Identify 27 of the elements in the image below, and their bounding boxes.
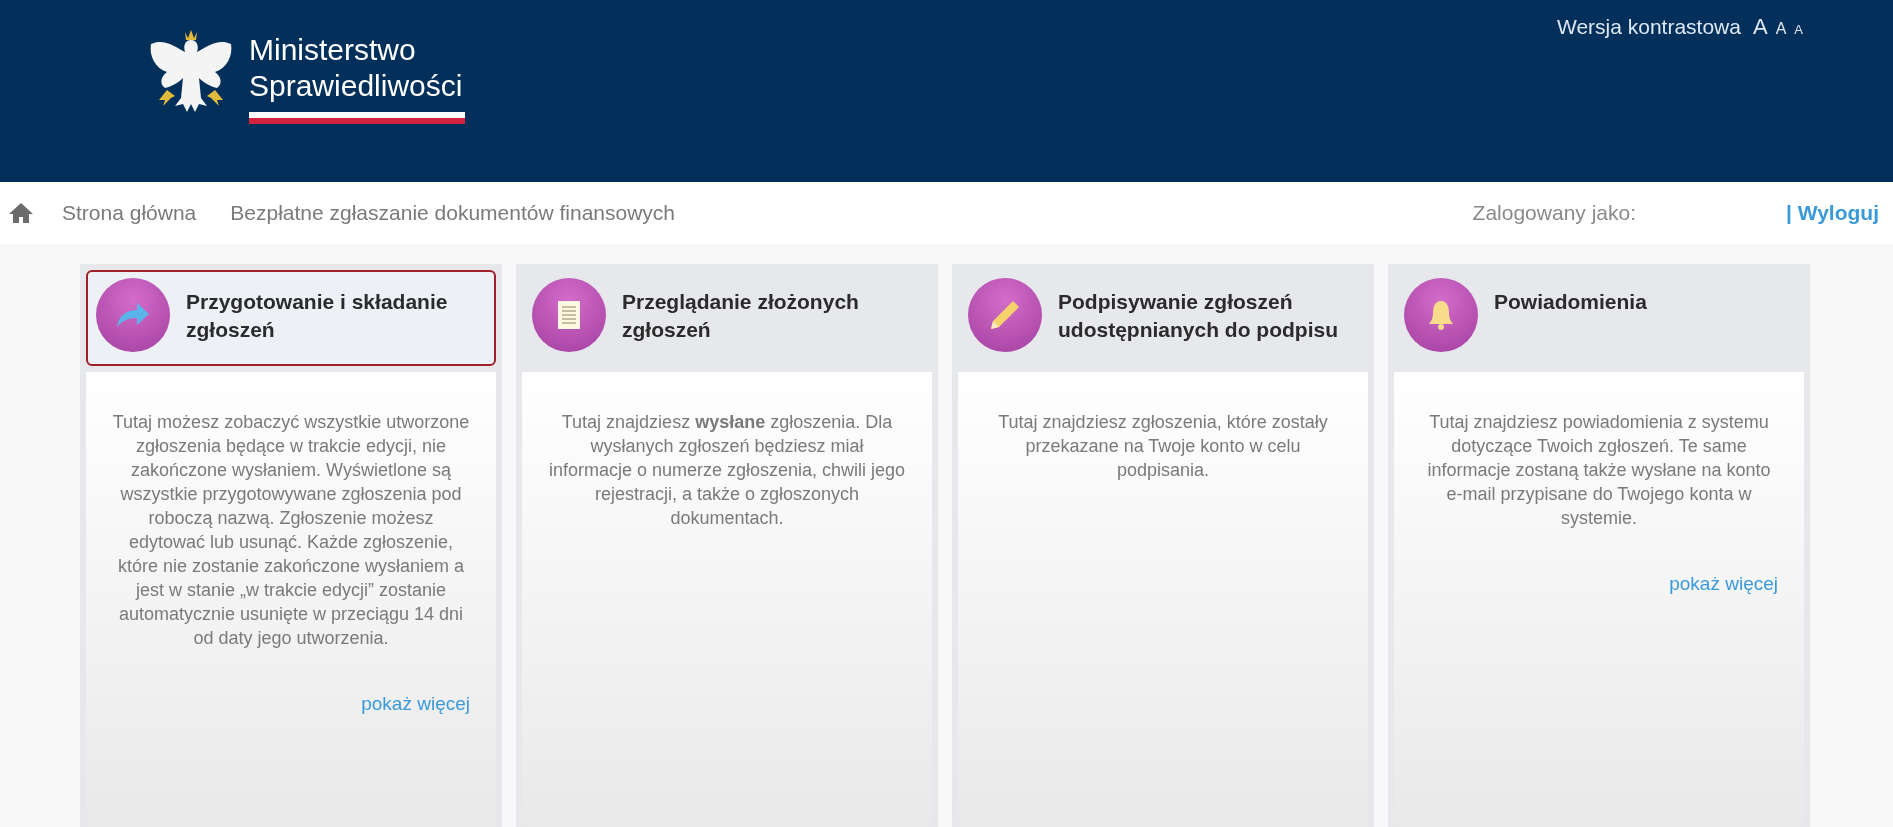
card-title: Powiadomienia <box>1494 289 1648 315</box>
home-icon[interactable] <box>8 202 34 224</box>
font-size-link[interactable]: A <box>1775 17 1787 41</box>
bell-icon <box>1427 299 1455 331</box>
font-size-link[interactable]: A <box>1752 10 1768 43</box>
pencil-icon <box>989 299 1021 331</box>
breadcrumb-link[interactable]: Bezpłatne zgłaszanie dokumentów finansowych <box>230 197 676 229</box>
font-size-link[interactable]: A <box>1794 20 1803 40</box>
card-description: Tutaj znajdziesz powiadomienia z systemu dotyczące Twoich zgłoszeń. Te same informacje zostaną także wysłane na konto e-mail przypisane do Twojego konta w systemie. <box>1426 411 1772 530</box>
card-header[interactable]: Podpisywanie zgłoszeń udostępnianych do podpisu <box>958 270 1368 366</box>
flag-stripe-icon <box>249 112 465 124</box>
card-description: Tutaj znajdziesz wysłane zgłoszenia. Dla wysłanych zgłoszeń będziesz miał informacje o numerze zgłoszenia, chwili jego rejestracji, a także o zgłoszonych dokumentach. <box>548 411 906 530</box>
card-title: Przeglądanie złożonych zgłoszeń <box>622 289 860 343</box>
card-title: Przygotowanie i składanie zgłoszeń <box>186 289 449 343</box>
ministry-name: Sprawiedliwości <box>249 68 464 104</box>
card-description: Tutaj znajdziesz zgłoszenia, które zostały przekazane na Twoje konto w celu podpisania. <box>997 411 1329 482</box>
card-header[interactable]: Przeglądanie złożonych zgłoszeń <box>522 270 932 366</box>
card-header[interactable]: Powiadomienia <box>1394 270 1804 366</box>
card-title: Podpisywanie zgłoszeń udostępnianych do podpisu <box>1058 289 1339 343</box>
contrast-version-link[interactable]: Wersja kontrastowa <box>1556 11 1741 43</box>
document-icon <box>558 301 580 329</box>
curved-arrow-icon <box>115 301 151 329</box>
logged-in-label: Zalogowany jako: <box>1472 200 1636 227</box>
breadcrumb-link[interactable]: Strona główna <box>62 197 197 229</box>
card-header[interactable]: Przygotowanie i składanie zgłoszeń <box>86 270 496 366</box>
card-description: Tutaj możesz zobaczyć wszystkie utworzone zgłoszenia będące w trakcie edycji, nie zakończone wysłaniem. Wyświetlone są wszystkie przygotowywane zgłoszenia pod roboczą nazwą. Zgłoszenie możesz edytować lub usunąć. Każde zgłoszenie, które nie zostanie zakończone wysłaniem a jest w stanie „w trakcie edycji” zostanie automatycznie usunięte w przeciągu 14 dni od daty jego utworzenia. <box>112 411 470 650</box>
ministry-name: Ministerstwo <box>249 32 417 68</box>
